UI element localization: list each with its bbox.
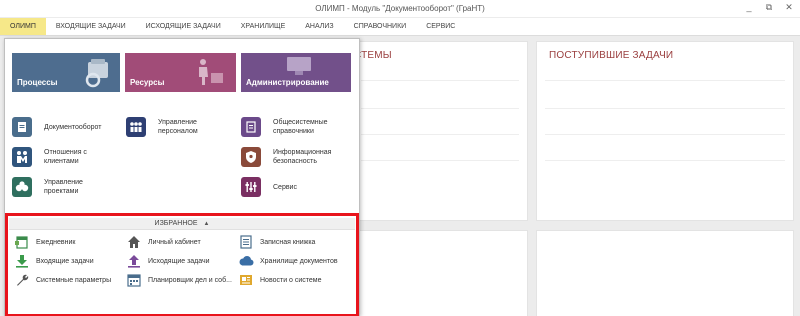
caret-up-icon: ▲	[203, 221, 210, 227]
fav-label: Ежедневник	[36, 238, 76, 246]
fav-label: Планировщик дел и соб...	[148, 276, 232, 284]
module-label: Управление проектами	[44, 179, 83, 195]
module-general-directories[interactable]: Общесистемные справочники	[241, 117, 328, 137]
wrench-icon	[14, 272, 30, 288]
module-label: Управление персоналом	[158, 119, 198, 135]
tile-processes[interactable]: Процессы	[12, 53, 120, 92]
fav-calendar[interactable]: Ежедневник	[14, 234, 76, 250]
close-icon[interactable]: ✕	[784, 2, 794, 13]
module-document-flow[interactable]: Документооборот	[12, 117, 102, 137]
menu-olimp[interactable]: ОЛИМП	[0, 18, 46, 35]
fav-label: Записная книжка	[260, 238, 316, 246]
menu-storage[interactable]: ХРАНИЛИЩЕ	[231, 18, 295, 35]
tile-resources[interactable]: Ресурсы	[125, 53, 236, 92]
window-controls: _ ⧉ ✕	[744, 2, 794, 13]
module-projects[interactable]: Управление проектами	[12, 177, 83, 197]
module-label: Сервис	[273, 183, 297, 191]
menu-service[interactable]: СЕРВИС	[416, 18, 465, 35]
restore-icon[interactable]: ⧉	[764, 2, 774, 13]
olimp-dropdown-menu: Процессы Ресурсы Администрирование Докум…	[4, 38, 360, 316]
module-label: Общесистемные справочники	[273, 119, 328, 135]
module-label: Отношения с клиентами	[44, 149, 87, 165]
tile-processes-label: Процессы	[17, 78, 58, 87]
window-title: ОЛИМП - Модуль "Документооборот" (ГраНТ)	[315, 4, 485, 13]
fav-system-parameters[interactable]: Системные параметры	[14, 272, 111, 288]
module-info-security[interactable]: Информационная безопасность	[241, 147, 331, 167]
tile-administration[interactable]: Администрирование	[241, 53, 351, 92]
fav-outgoing-tasks[interactable]: Исходящие задачи	[126, 253, 210, 269]
module-service[interactable]: Сервис	[241, 177, 297, 197]
fav-planner[interactable]: Планировщик дел и соб...	[126, 272, 232, 288]
bottom-right-panel	[536, 230, 794, 316]
directory-icon	[241, 117, 261, 137]
clients-icon	[12, 147, 32, 167]
fav-label: Исходящие задачи	[148, 257, 210, 265]
minimize-icon[interactable]: _	[744, 2, 754, 13]
administration-icon	[287, 57, 311, 75]
fav-label: Системные параметры	[36, 276, 112, 284]
module-label: Документооборот	[44, 123, 102, 131]
home-icon	[126, 234, 142, 250]
fav-document-storage[interactable]: Хранилище документов	[238, 253, 338, 269]
planner-icon	[126, 272, 142, 288]
menu-analysis[interactable]: АНАЛИЗ	[295, 18, 343, 35]
fav-label: Личный кабинет	[148, 238, 201, 246]
favorites-header-label: ИЗБРАННОЕ	[154, 220, 198, 227]
processes-icon	[85, 59, 108, 88]
tile-resources-label: Ресурсы	[130, 78, 165, 87]
module-personnel[interactable]: Управление персоналом	[126, 117, 198, 137]
main-menubar: ОЛИМП ВХОДЯЩИЕ ЗАДАЧИ ИСХОДЯЩИЕ ЗАДАЧИ Х…	[0, 18, 800, 36]
module-label: Информационная безопасность	[273, 149, 332, 165]
resources-icon	[199, 59, 223, 85]
fav-personal-account[interactable]: Личный кабинет	[126, 234, 201, 250]
news-icon	[238, 272, 254, 288]
notebook-icon	[238, 234, 254, 250]
projects-icon	[12, 177, 32, 197]
fav-label: Хранилище документов	[260, 257, 338, 265]
shield-icon	[241, 147, 261, 167]
incoming-tasks-title: ПОСТУПИВШИЕ ЗАДАЧИ	[549, 50, 674, 61]
menu-incoming-tasks[interactable]: ВХОДЯЩИЕ ЗАДАЧИ	[46, 18, 136, 35]
tile-administration-label: Администрирование	[246, 78, 329, 87]
favorites-section: ИЗБРАННОЕ ▲ Ежедневник Личный кабинет Зап…	[5, 213, 359, 316]
calendar-icon	[14, 234, 30, 250]
fav-notebook[interactable]: Записная книжка	[238, 234, 315, 250]
document-icon	[12, 117, 32, 137]
window-titlebar: ОЛИМП - Модуль "Документооборот" (ГраНТ)…	[0, 0, 800, 18]
menu-outgoing-tasks[interactable]: ИСХОДЯЩИЕ ЗАДАЧИ	[136, 18, 231, 35]
fav-incoming-tasks[interactable]: Входящие задачи	[14, 253, 94, 269]
module-clients[interactable]: Отношения с клиентами	[12, 147, 87, 167]
upload-icon	[126, 253, 142, 269]
download-icon	[14, 253, 30, 269]
fav-system-news[interactable]: Новости о системе	[238, 272, 322, 288]
menu-directories[interactable]: СПРАВОЧНИКИ	[344, 18, 417, 35]
fav-label: Новости о системе	[260, 276, 322, 284]
service-icon	[241, 177, 261, 197]
incoming-tasks-panel: ПОСТУПИВШИЕ ЗАДАЧИ	[536, 41, 794, 221]
people-icon	[126, 117, 146, 137]
favorites-header[interactable]: ИЗБРАННОЕ ▲	[9, 218, 355, 230]
cloud-icon	[238, 253, 254, 269]
fav-label: Входящие задачи	[36, 257, 94, 265]
